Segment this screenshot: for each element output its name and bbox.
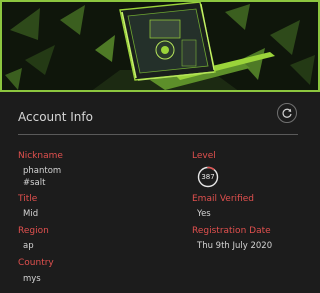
- country-value: mys: [23, 274, 41, 284]
- email-verified-value: Yes: [197, 209, 211, 219]
- region-label: Region: [18, 226, 49, 236]
- registration-date-value: Thu 9th July 2020: [197, 241, 273, 251]
- refresh-button[interactable]: [277, 103, 297, 123]
- nickname-value: phantom: [23, 166, 62, 176]
- nickname-tag: #salt: [23, 178, 46, 188]
- title-value: Mid: [23, 209, 39, 219]
- email-verified-label: Email Verified: [192, 194, 254, 204]
- country-label: Country: [18, 258, 54, 268]
- panel-title: Account Info: [18, 110, 93, 124]
- region-value: ap: [23, 241, 34, 251]
- banner-artwork: [0, 0, 320, 92]
- level-label: Level: [192, 151, 216, 161]
- level-value: 387: [201, 173, 215, 181]
- profile-banner: [0, 0, 320, 92]
- refresh-icon: [282, 108, 292, 118]
- nickname-label: Nickname: [18, 151, 63, 161]
- header-divider: [18, 134, 298, 135]
- account-info-panel: Account Info Nickname phantom #salt Titl…: [0, 96, 320, 293]
- title-label: Title: [18, 194, 38, 204]
- registration-date-label: Registration Date: [192, 226, 271, 236]
